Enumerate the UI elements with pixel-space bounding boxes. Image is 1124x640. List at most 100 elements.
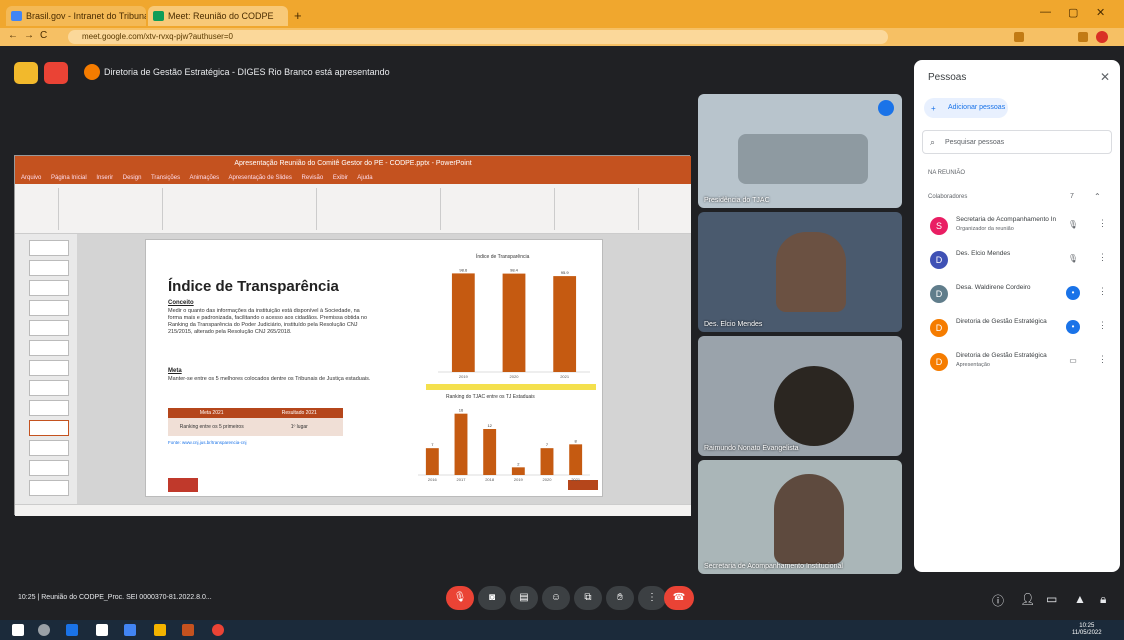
more-options-icon[interactable]: ⋮ [1098,218,1107,229]
more-options-icon[interactable]: ⋮ [1098,354,1107,365]
concept-heading: Conceito [168,300,194,306]
participant-row[interactable]: D Desa. Waldirene Cordeiro • ⋮ [914,278,1120,312]
table-header: Meta 2021 Resultado 2021 [168,408,343,418]
slide-thumbnail[interactable] [29,300,69,316]
ribbon-group-clipboard[interactable] [19,188,59,230]
participant-row[interactable]: S Secretaria de Acompanhamento Instituci… [914,210,1120,244]
chart-bar [569,444,583,475]
menu-item[interactable]: Arquivo [21,175,41,181]
chart-data-label: 8 [575,438,578,443]
more-options-icon[interactable]: ⋮ [1098,320,1107,331]
people-icon[interactable]: 👤︎ [1020,592,1035,606]
video-tile-1[interactable]: Presidência do TJAC [698,94,902,208]
reload-icon[interactable]: C [40,30,47,41]
menu-item[interactable]: Exibir [333,175,348,181]
menu-item[interactable]: Inserir [96,175,113,181]
menu-item[interactable]: Design [123,175,142,181]
files-icon[interactable] [96,624,108,636]
slide-thumbnail[interactable] [29,460,69,476]
minimize-icon[interactable]: — [1040,6,1051,18]
end-call-button[interactable]: ☎︎ [664,586,694,610]
chevron-up-icon[interactable]: ⌃ [1094,192,1101,201]
forward-icon[interactable]: → [24,30,34,41]
info-icon[interactable]: ⓘ [992,592,1004,609]
mic-off-button[interactable]: 🎙︎ [446,586,474,610]
menu-item[interactable]: Página Inicial [51,175,87,181]
video-tile-3[interactable]: Raimundo Nonato Evangelista [698,336,902,456]
menu-item[interactable]: Apresentação de Slides [228,175,291,181]
slide-thumbnail[interactable] [29,320,69,336]
captions-button[interactable]: ▤ [510,586,538,610]
powerpoint-icon[interactable] [182,624,194,636]
chart-tick-label: 2020 [510,374,520,379]
transparency-bar-chart: 98.6 2019 98.4 2020 95.9 2021 [438,267,590,379]
slide-thumbnail[interactable] [29,260,69,276]
current-slide: Índice de Transparência Conceito Medir o… [145,239,603,497]
profile-avatar[interactable] [1096,31,1108,43]
slide-thumbnail[interactable] [29,480,69,496]
browser-tab-1[interactable]: Brasil.gov - Intranet do Tribunal [6,6,146,26]
menu-item[interactable]: Ajuda [357,175,372,181]
slide-thumbnail[interactable] [29,380,69,396]
table-header-cell: Meta 2021 [199,410,224,416]
address-bar[interactable]: meet.google.com/xtv-rvxq-pjw?authuser=0 [68,30,888,44]
ribbon-group-font[interactable] [167,188,317,230]
close-window-icon[interactable]: ✕ [1096,6,1105,19]
ribbon-group-editing[interactable] [559,188,639,230]
bookmark-icon[interactable] [1078,32,1088,42]
video-tile-4[interactable]: Secretaria de Acompanhamento Institucion… [698,460,902,574]
tjac-logo [168,478,198,492]
add-people-button[interactable]: Adicionar pessoas [924,98,1008,118]
slide-thumbnail[interactable] [29,340,69,356]
close-icon[interactable]: ✕ [1100,70,1110,84]
video-tile-2[interactable]: Des. Elcio Mendes [698,212,902,332]
slide-thumbnail[interactable] [29,440,69,456]
section-subtitle[interactable]: Colaboradores [928,194,967,200]
slide-thumbnail[interactable] [29,280,69,296]
more-options-button[interactable]: ⋮ [638,586,666,610]
slide-thumbnail-active[interactable] [29,420,69,436]
more-options-icon[interactable]: ⋮ [1098,252,1107,263]
table-cell: 1º lugar [290,424,308,430]
search-icon[interactable] [38,624,50,636]
raise-hand-button[interactable]: ✋︎ [606,586,634,610]
maximize-icon[interactable]: ▢ [1068,6,1078,19]
menu-item[interactable]: Animações [189,175,219,181]
new-tab-button[interactable]: + [294,9,302,22]
back-icon[interactable]: ← [8,30,18,41]
chart-data-label: 7 [431,442,434,447]
meeting-name: Reunião do CODPE_Proc. SEI 0000370-81.20… [41,594,212,601]
extension-icon[interactable] [1014,32,1024,42]
present-button[interactable]: ⧉ [574,586,602,610]
search-people-input[interactable]: Pesquisar pessoas [922,130,1112,154]
section-label: NA REUNIÃO [928,170,966,176]
lock-icon[interactable]: 🔒︎ [1100,592,1106,607]
tile-name: Presidência do TJAC [704,197,770,204]
menu-item[interactable]: Transições [151,175,180,181]
menu-item[interactable]: Revisão [302,175,324,181]
store-icon[interactable] [124,624,136,636]
chart-data-label: 12 [487,423,492,428]
slide-thumbnail[interactable] [29,360,69,376]
camera-button[interactable]: ◙ [478,586,506,610]
participant-row[interactable]: D Diretoria de Gestão Estratégica Aprese… [914,346,1120,380]
ribbon-group-paragraph[interactable] [321,188,441,230]
slide-thumbnail[interactable] [29,400,69,416]
chrome-icon[interactable] [212,624,224,636]
source-link[interactable]: Fonte: www.cnj.jus.br/transparencia-cnj [168,440,247,445]
participant-row[interactable]: D Des. Elcio Mendes 🎙︎ ⋮ [914,244,1120,278]
chat-icon[interactable]: ▭ [1046,592,1057,606]
participant-row[interactable]: D Diretoria de Gestão Estratégica • ⋮ [914,312,1120,346]
activities-icon[interactable]: ▲ [1074,592,1086,606]
start-icon[interactable] [12,624,24,636]
more-options-icon[interactable]: ⋮ [1098,286,1107,297]
browser-tab-2[interactable]: Meet: Reunião do CODPE [148,6,288,26]
ribbon-group-drawing[interactable] [445,188,555,230]
avatar: S [930,217,948,235]
emoji-button[interactable]: ☺ [542,586,570,610]
slide-thumbnail[interactable] [29,240,69,256]
ribbon-group-slides[interactable] [63,188,163,230]
edge-icon[interactable] [66,624,78,636]
mic-off-icon: 🎙︎ [1067,254,1079,263]
explorer-icon[interactable] [154,624,166,636]
